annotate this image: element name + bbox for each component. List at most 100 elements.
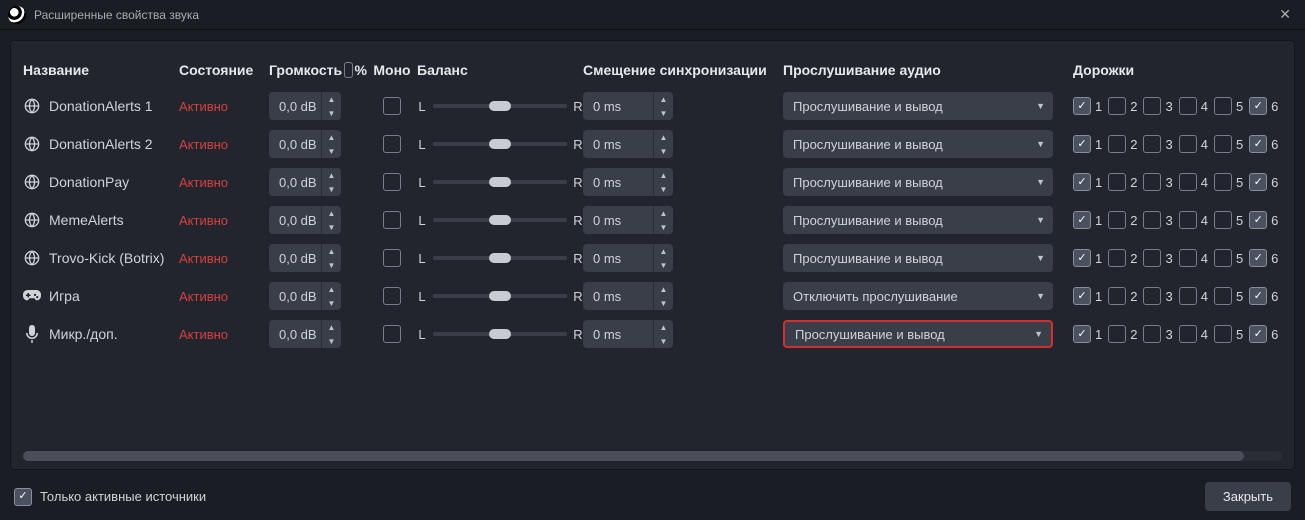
sync-down[interactable]: ▼	[654, 182, 673, 196]
horizontal-scrollbar[interactable]	[23, 451, 1282, 461]
track-checkbox[interactable]	[1249, 325, 1267, 343]
mono-checkbox[interactable]	[383, 97, 401, 115]
volume-spinner[interactable]: 0,0 dB ▲▼	[269, 320, 341, 348]
track-5[interactable]: 5	[1214, 211, 1243, 229]
sync-up[interactable]: ▲	[654, 130, 673, 144]
track-checkbox[interactable]	[1249, 97, 1267, 115]
track-1[interactable]: 1	[1073, 97, 1102, 115]
close-button[interactable]: Закрыть	[1205, 482, 1291, 511]
track-1[interactable]: 1	[1073, 325, 1102, 343]
track-checkbox[interactable]	[1179, 173, 1197, 191]
track-2[interactable]: 2	[1108, 325, 1137, 343]
track-6[interactable]: 6	[1249, 325, 1278, 343]
track-checkbox[interactable]	[1073, 249, 1091, 267]
track-checkbox[interactable]	[1143, 287, 1161, 305]
sync-up[interactable]: ▲	[654, 282, 673, 296]
track-checkbox[interactable]	[1073, 211, 1091, 229]
sync-offset-spinner[interactable]: 0 ms ▲▼	[583, 92, 673, 120]
slider-thumb[interactable]	[489, 329, 511, 339]
sync-down[interactable]: ▼	[654, 334, 673, 348]
checkbox-icon[interactable]	[14, 488, 32, 506]
track-checkbox[interactable]	[1249, 173, 1267, 191]
balance-slider[interactable]	[433, 256, 567, 260]
mono-checkbox[interactable]	[383, 135, 401, 153]
track-3[interactable]: 3	[1143, 97, 1172, 115]
balance-slider[interactable]	[433, 218, 567, 222]
sync-up[interactable]: ▲	[654, 244, 673, 258]
track-checkbox[interactable]	[1108, 135, 1126, 153]
track-2[interactable]: 2	[1108, 211, 1137, 229]
sync-down[interactable]: ▼	[654, 296, 673, 310]
track-4[interactable]: 4	[1179, 249, 1208, 267]
listen-mode-dropdown[interactable]: Прослушивание и вывод ▼	[783, 130, 1053, 158]
sync-up[interactable]: ▲	[654, 206, 673, 220]
track-4[interactable]: 4	[1179, 173, 1208, 191]
track-checkbox[interactable]	[1179, 135, 1197, 153]
volume-down[interactable]: ▼	[322, 258, 341, 272]
track-checkbox[interactable]	[1214, 287, 1232, 305]
track-2[interactable]: 2	[1108, 135, 1137, 153]
track-5[interactable]: 5	[1214, 97, 1243, 115]
scrollbar-thumb[interactable]	[23, 451, 1244, 461]
sync-down[interactable]: ▼	[654, 106, 673, 120]
sync-offset-spinner[interactable]: 0 ms ▲▼	[583, 206, 673, 234]
sync-down[interactable]: ▼	[654, 258, 673, 272]
track-checkbox[interactable]	[1108, 211, 1126, 229]
mono-checkbox[interactable]	[383, 249, 401, 267]
track-checkbox[interactable]	[1249, 211, 1267, 229]
balance-slider[interactable]	[433, 104, 567, 108]
sync-offset-spinner[interactable]: 0 ms ▲▼	[583, 282, 673, 310]
track-checkbox[interactable]	[1249, 287, 1267, 305]
track-checkbox[interactable]	[1179, 287, 1197, 305]
track-checkbox[interactable]	[1108, 287, 1126, 305]
volume-spinner[interactable]: 0,0 dB ▲▼	[269, 130, 341, 158]
track-2[interactable]: 2	[1108, 97, 1137, 115]
sync-offset-spinner[interactable]: 0 ms ▲▼	[583, 130, 673, 158]
track-checkbox[interactable]	[1108, 249, 1126, 267]
track-checkbox[interactable]	[1108, 173, 1126, 191]
slider-thumb[interactable]	[489, 101, 511, 111]
track-checkbox[interactable]	[1073, 325, 1091, 343]
percent-checkbox[interactable]	[344, 62, 352, 78]
volume-down[interactable]: ▼	[322, 106, 341, 120]
listen-mode-dropdown[interactable]: Прослушивание и вывод ▼	[783, 168, 1053, 196]
window-close-button[interactable]: ✕	[1273, 6, 1297, 23]
track-3[interactable]: 3	[1143, 135, 1172, 153]
track-1[interactable]: 1	[1073, 287, 1102, 305]
track-5[interactable]: 5	[1214, 325, 1243, 343]
slider-thumb[interactable]	[489, 215, 511, 225]
sync-up[interactable]: ▲	[654, 168, 673, 182]
track-3[interactable]: 3	[1143, 287, 1172, 305]
track-checkbox[interactable]	[1214, 97, 1232, 115]
mono-checkbox[interactable]	[383, 173, 401, 191]
track-checkbox[interactable]	[1179, 325, 1197, 343]
track-checkbox[interactable]	[1214, 135, 1232, 153]
mono-checkbox[interactable]	[383, 325, 401, 343]
listen-mode-dropdown[interactable]: Отключить прослушивание ▼	[783, 282, 1053, 310]
track-checkbox[interactable]	[1214, 211, 1232, 229]
slider-thumb[interactable]	[489, 291, 511, 301]
track-5[interactable]: 5	[1214, 249, 1243, 267]
mono-checkbox[interactable]	[383, 211, 401, 229]
track-checkbox[interactable]	[1179, 249, 1197, 267]
listen-mode-dropdown[interactable]: Прослушивание и вывод ▼	[783, 244, 1053, 272]
volume-up[interactable]: ▲	[322, 168, 341, 182]
sync-down[interactable]: ▼	[654, 144, 673, 158]
track-5[interactable]: 5	[1214, 173, 1243, 191]
slider-thumb[interactable]	[489, 253, 511, 263]
volume-down[interactable]: ▼	[322, 220, 341, 234]
track-checkbox[interactable]	[1143, 97, 1161, 115]
listen-mode-dropdown[interactable]: Прослушивание и вывод ▼	[783, 320, 1053, 348]
track-6[interactable]: 6	[1249, 287, 1278, 305]
track-4[interactable]: 4	[1179, 211, 1208, 229]
track-1[interactable]: 1	[1073, 135, 1102, 153]
active-only-checkbox[interactable]: Только активные источники	[14, 488, 206, 506]
sync-up[interactable]: ▲	[654, 92, 673, 106]
track-checkbox[interactable]	[1073, 135, 1091, 153]
track-checkbox[interactable]	[1143, 211, 1161, 229]
track-2[interactable]: 2	[1108, 287, 1137, 305]
track-checkbox[interactable]	[1179, 97, 1197, 115]
track-4[interactable]: 4	[1179, 287, 1208, 305]
sync-offset-spinner[interactable]: 0 ms ▲▼	[583, 320, 673, 348]
track-1[interactable]: 1	[1073, 173, 1102, 191]
